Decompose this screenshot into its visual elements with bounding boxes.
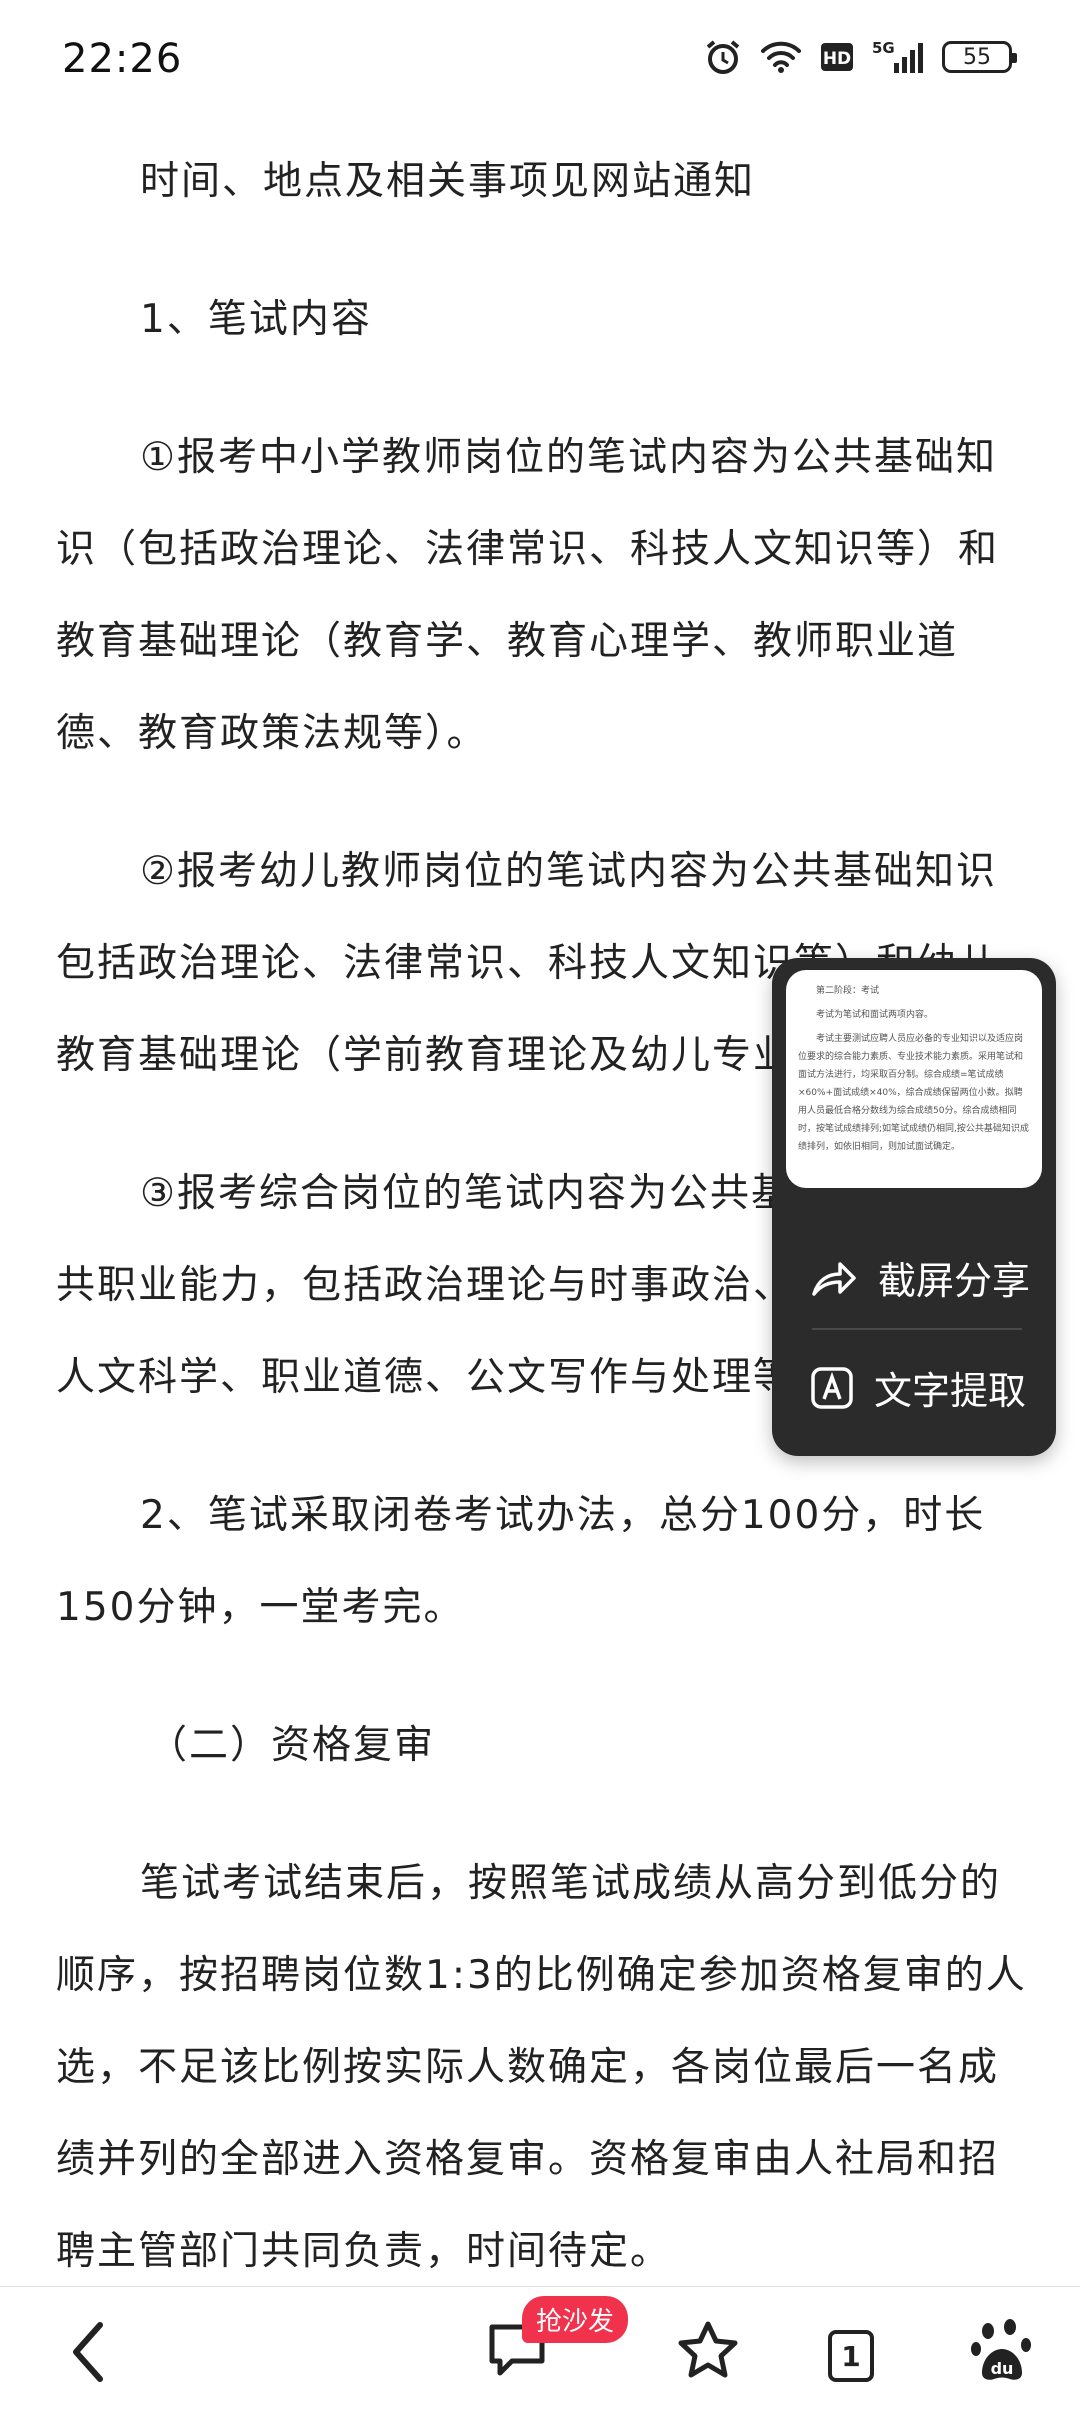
section-heading: （二）资格复审 <box>148 1723 436 1768</box>
battery-level: 55 <box>963 44 991 70</box>
text-extract-label: 文字提取 <box>874 1369 1027 1413</box>
tabs-icon[interactable]: 1 <box>828 2330 874 2382</box>
paw-icon[interactable]: du <box>970 2317 1034 2387</box>
share-icon <box>810 1258 858 1298</box>
article-paragraph: 时间、地点及相关事项见网站通知 <box>140 159 756 204</box>
svg-text:du: du <box>991 2359 1014 2378</box>
article-paragraph: 2、笔试采取闭卷考试办法，总分100分，时长150分钟，一堂考完。 <box>56 1493 986 1630</box>
status-bar: 22:26 HD 5G 55 <box>0 0 1080 130</box>
article-paragraph: ①报考中小学教师岗位的笔试内容为公共基础知识（包括政治理论、法律常识、科技人文知… <box>56 435 1000 756</box>
screenshot-popup: 第二阶段：考试 考试为笔试和面试两项内容。 考试主要测试应聘人员应必备的专业知识… <box>772 958 1056 1456</box>
popup-divider <box>812 1328 1022 1330</box>
thumbnail-line: 第二阶段：考试 <box>816 986 880 996</box>
battery-icon: 55 <box>942 41 1017 73</box>
alarm-icon <box>704 38 742 76</box>
hd-icon: HD <box>820 42 854 72</box>
article-paragraph: 笔试考试结束后，按照笔试成绩从高分到低分的顺序，按招聘岗位数1:3的比例确定参加… <box>56 1861 1027 2274</box>
screenshot-thumbnail[interactable]: 第二阶段：考试 考试为笔试和面试两项内容。 考试主要测试应聘人员应必备的专业知识… <box>786 970 1042 1188</box>
thumbnail-line: 考试为笔试和面试两项内容。 <box>816 1010 934 1020</box>
thumbnail-line: 考试主要测试应聘人员应必备的专业知识以及适应岗位要求的综合能力素质、专业技术能力… <box>798 1034 1029 1152</box>
share-screenshot-button[interactable]: 截屏分享 <box>810 1250 1030 1305</box>
wifi-icon <box>760 40 802 74</box>
text-extract-button[interactable]: 文字提取 <box>810 1360 1026 1415</box>
text-extract-icon <box>810 1366 854 1410</box>
svg-text:HD: HD <box>823 49 851 69</box>
section-heading: 1、笔试内容 <box>140 297 372 342</box>
back-icon[interactable] <box>64 2317 114 2391</box>
comment-badge: 抢沙发 <box>522 2296 629 2343</box>
svg-text:5G: 5G <box>872 39 895 57</box>
signal-5g-icon: 5G <box>872 39 924 75</box>
star-icon[interactable] <box>676 2319 740 2385</box>
share-label: 截屏分享 <box>878 1259 1031 1303</box>
status-time: 22:26 <box>62 36 183 82</box>
